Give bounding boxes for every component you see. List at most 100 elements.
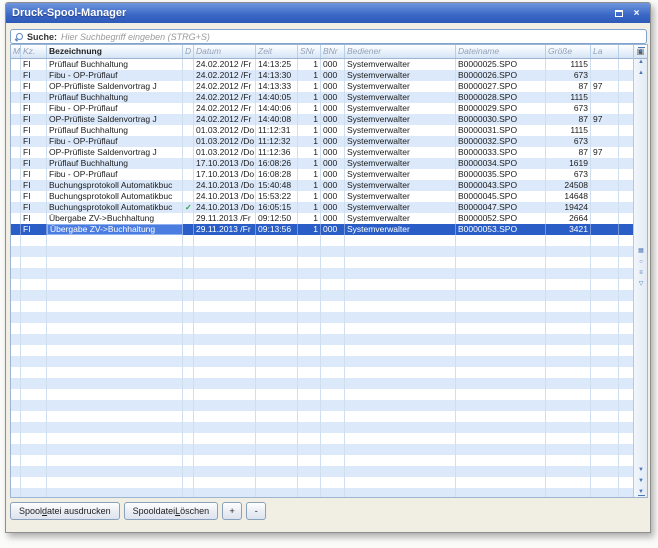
cell-m bbox=[11, 169, 21, 180]
cell-m bbox=[11, 411, 21, 422]
cell-kz bbox=[21, 488, 47, 497]
cell-bnr: 000 bbox=[321, 224, 345, 235]
cell-m bbox=[11, 378, 21, 389]
cell-kz: FI bbox=[21, 158, 47, 169]
cell-kz: FI bbox=[21, 213, 47, 224]
empty-table-row bbox=[11, 488, 633, 497]
column-header-m[interactable]: M bbox=[11, 45, 21, 58]
cell-kz bbox=[21, 411, 47, 422]
cell-datei: B0000043.SPO bbox=[456, 180, 546, 191]
cell-bnr bbox=[321, 301, 345, 312]
cell-name: Buchungsprotokoll Automatikbuc bbox=[47, 191, 183, 202]
cell-datum bbox=[194, 422, 256, 433]
column-header-d[interactable]: D bbox=[183, 45, 194, 58]
search-rows-icon[interactable]: ○ bbox=[634, 256, 648, 267]
cell-bnr bbox=[321, 345, 345, 356]
cell-bnr bbox=[321, 235, 345, 246]
table-row[interactable]: FIPrüflauf Buchhaltung24.02.2012 /Fr14:1… bbox=[11, 59, 633, 70]
cell-kz bbox=[21, 301, 47, 312]
print-spool-button[interactable]: Spooldatei ausdrucken bbox=[10, 502, 120, 520]
column-header-bediener[interactable]: Bediener bbox=[345, 45, 456, 58]
cell-bnr bbox=[321, 411, 345, 422]
cell-datum: 24.02.2012 /Fr bbox=[194, 59, 256, 70]
page-down-icon[interactable]: ▼ bbox=[634, 475, 648, 486]
card-view-icon[interactable]: ▦ bbox=[634, 245, 648, 256]
cell-name bbox=[47, 356, 183, 367]
table-row[interactable]: FIPrüflauf Buchhaltung01.03.2012 /Do11:1… bbox=[11, 125, 633, 136]
restore-icon[interactable] bbox=[611, 7, 626, 20]
scroll-to-top-icon[interactable]: ▲ bbox=[634, 45, 648, 56]
column-header-datum[interactable]: Datum bbox=[194, 45, 256, 58]
table-row[interactable]: FIOP-Prüfliste Saldenvortrag J24.02.2012… bbox=[11, 81, 633, 92]
cell-m bbox=[11, 224, 21, 235]
cell-bnr bbox=[321, 268, 345, 279]
cell-la bbox=[591, 422, 619, 433]
cell-bediener bbox=[345, 455, 456, 466]
empty-table-row bbox=[11, 323, 633, 334]
table-row[interactable]: FIFibu - OP-Prüflauf24.02.2012 /Fr14:13:… bbox=[11, 70, 633, 81]
cell-zeit: 14:13:33 bbox=[256, 81, 298, 92]
cell-name: Fibu - OP-Prüflauf bbox=[47, 70, 183, 81]
cell-bnr bbox=[321, 389, 345, 400]
table-row[interactable]: FIPrüflauf Buchhaltung24.02.2012 /Fr14:4… bbox=[11, 92, 633, 103]
cell-bnr: 000 bbox=[321, 147, 345, 158]
cell-groesse bbox=[546, 290, 591, 301]
line-up-icon[interactable]: ▲ bbox=[634, 67, 648, 78]
cell-la bbox=[591, 213, 619, 224]
table-row[interactable]: FIÜbergabe ZV->Buchhaltung29.11.2013 /Fr… bbox=[11, 213, 633, 224]
cell-bnr bbox=[321, 378, 345, 389]
cell-snr bbox=[298, 334, 321, 345]
cell-la bbox=[591, 444, 619, 455]
cell-bediener bbox=[345, 323, 456, 334]
table-row[interactable]: FIBuchungsprotokoll Automatikbuc24.10.20… bbox=[11, 180, 633, 191]
page-up-icon[interactable]: ▲ bbox=[634, 56, 648, 67]
table-row[interactable]: FIBuchungsprotokoll Automatikbuc24.10.20… bbox=[11, 191, 633, 202]
summary-icon[interactable]: ≡ bbox=[634, 267, 648, 278]
cell-d bbox=[183, 411, 194, 422]
cell-kz: FI bbox=[21, 202, 47, 213]
column-header-la[interactable]: La bbox=[591, 45, 619, 58]
search-input[interactable] bbox=[61, 32, 642, 42]
close-icon[interactable]: × bbox=[629, 7, 644, 20]
table-row[interactable]: FIPrüflauf Buchhaltung17.10.2013 /Do16:0… bbox=[11, 158, 633, 169]
cell-bediener: Systemverwalter bbox=[345, 125, 456, 136]
delete-spool-button[interactable]: Spooldatei Löschen bbox=[124, 502, 219, 520]
column-header-bnr[interactable]: BNr bbox=[321, 45, 345, 58]
column-header-datei[interactable]: Dateiname bbox=[456, 45, 546, 58]
column-header-zeit[interactable]: Zeit bbox=[256, 45, 298, 58]
cell-bediener: Systemverwalter bbox=[345, 213, 456, 224]
cell-bediener: Systemverwalter bbox=[345, 81, 456, 92]
table-row[interactable]: FIFibu - OP-Prüflauf17.10.2013 /Do16:08:… bbox=[11, 169, 633, 180]
scroll-to-bottom-icon[interactable]: ▼ bbox=[634, 486, 648, 497]
vertical-scrollbar[interactable]: ▣ ▲▲▲ ▦○≡▽ ▼▼▼ bbox=[633, 45, 647, 497]
cell-snr bbox=[298, 290, 321, 301]
filter-icon[interactable]: ▽ bbox=[634, 278, 648, 289]
cell-name: OP-Prüfliste Saldenvortrag J bbox=[47, 114, 183, 125]
cell-bediener bbox=[345, 301, 456, 312]
table-row[interactable]: FIÜbergabe ZV->Buchhaltung29.11.2013 /Fr… bbox=[11, 224, 633, 235]
column-header-groesse[interactable]: Größe bbox=[546, 45, 591, 58]
cell-d bbox=[183, 169, 194, 180]
cell-datei bbox=[456, 345, 546, 356]
column-header-name[interactable]: Bezeichnung bbox=[47, 45, 183, 58]
cell-datum: 17.10.2013 /Do bbox=[194, 169, 256, 180]
table-row[interactable]: FIFibu - OP-Prüflauf01.03.2012 /Do11:12:… bbox=[11, 136, 633, 147]
table-row[interactable]: FIOP-Prüfliste Saldenvortrag J24.02.2012… bbox=[11, 114, 633, 125]
column-header-kz[interactable]: Kz. bbox=[21, 45, 47, 58]
cell-d bbox=[183, 158, 194, 169]
table-row[interactable]: FIFibu - OP-Prüflauf24.02.2012 /Fr14:40:… bbox=[11, 103, 633, 114]
minus-button[interactable]: - bbox=[246, 502, 266, 520]
search-bar[interactable]: Suche: bbox=[10, 29, 647, 44]
cell-snr bbox=[298, 312, 321, 323]
cell-bnr bbox=[321, 257, 345, 268]
cell-bediener: Systemverwalter bbox=[345, 59, 456, 70]
cell-zeit: 11:12:31 bbox=[256, 125, 298, 136]
cell-d bbox=[183, 422, 194, 433]
table-row[interactable]: FIBuchungsprotokoll Automatikbuc✓24.10.2… bbox=[11, 202, 633, 213]
table-row[interactable]: FIOP-Prüfliste Saldenvortrag J01.03.2012… bbox=[11, 147, 633, 158]
cell-name bbox=[47, 312, 183, 323]
plus-button[interactable]: + bbox=[222, 502, 242, 520]
column-header-snr[interactable]: SNr bbox=[298, 45, 321, 58]
cell-bnr bbox=[321, 312, 345, 323]
line-down-icon[interactable]: ▼ bbox=[634, 464, 648, 475]
